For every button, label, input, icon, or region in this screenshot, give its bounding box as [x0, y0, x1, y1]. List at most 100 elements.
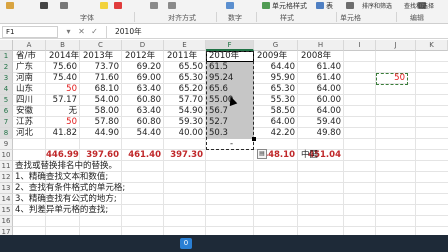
value-cell[interactable]: 59.30: [164, 117, 206, 128]
column-header-cell[interactable]: 2013年: [80, 51, 122, 62]
value-cell[interactable]: 68.10: [80, 84, 122, 95]
total-cell[interactable]: 446.99: [46, 150, 80, 161]
row-header[interactable]: 3: [0, 73, 13, 84]
col-header-e[interactable]: E: [164, 40, 206, 51]
value-cell[interactable]: 95.24: [206, 73, 254, 84]
cell-style-button[interactable]: 单元格样式: [272, 1, 307, 11]
value-cell[interactable]: 65.20: [164, 84, 206, 95]
name-box[interactable]: F1: [2, 26, 58, 38]
value-cell[interactable]: 65.50: [164, 62, 206, 73]
value-cell[interactable]: 63.40: [122, 84, 164, 95]
value-cell[interactable]: 54.40: [122, 128, 164, 139]
row-header[interactable]: 12: [0, 172, 13, 183]
note-line[interactable]: 3、精确查找有公式的地方;: [15, 194, 117, 205]
row-header[interactable]: 9: [0, 139, 13, 150]
row-label-cell[interactable]: 河南: [13, 73, 46, 84]
find-select-button[interactable]: 查找和选择: [404, 1, 434, 10]
column-header-cell[interactable]: 2011年: [164, 51, 206, 62]
app-icon[interactable]: 0: [180, 238, 192, 249]
row-header[interactable]: 7: [0, 117, 13, 128]
value-cell[interactable]: 41.82: [46, 128, 80, 139]
table-button[interactable]: 表: [326, 1, 333, 11]
row-header[interactable]: 8: [0, 128, 13, 139]
value-cell[interactable]: 60.00: [298, 95, 344, 106]
value-cell[interactable]: 64.00: [254, 117, 298, 128]
value-cell[interactable]: 52.7: [206, 117, 254, 128]
value-cell[interactable]: 65.30: [254, 84, 298, 95]
column-header-cell[interactable]: 省/市: [13, 51, 46, 62]
select-all-corner[interactable]: [0, 40, 13, 51]
enter-icon[interactable]: ✓: [88, 26, 101, 38]
row-label-cell[interactable]: 广东: [13, 62, 46, 73]
total-cell[interactable]: 397.60: [80, 150, 122, 161]
formula-input[interactable]: 2010年: [106, 26, 446, 38]
note-line[interactable]: 4、判差异单元格的查找;: [15, 205, 108, 216]
sort-filter-button[interactable]: 排序和筛选: [362, 1, 392, 10]
col-header-d[interactable]: D: [122, 40, 164, 51]
value-cell[interactable]: 42.20: [254, 128, 298, 139]
column-header-cell[interactable]: 2008年: [298, 51, 344, 62]
value-cell[interactable]: 50: [46, 84, 80, 95]
note-line[interactable]: 1、精确查找文本和数值;: [15, 172, 108, 183]
column-header-cell[interactable]: 2014年: [46, 51, 80, 62]
bold-icon[interactable]: [40, 2, 48, 9]
cell-f10[interactable]: -: [206, 139, 254, 150]
row-header[interactable]: 15: [0, 205, 13, 216]
row-header[interactable]: 10: [0, 150, 13, 161]
row-label-cell[interactable]: 江苏: [13, 117, 46, 128]
value-cell[interactable]: 61.40: [298, 73, 344, 84]
value-cell[interactable]: 64.40: [254, 62, 298, 73]
value-cell[interactable]: 61.5: [206, 62, 254, 73]
col-header-a[interactable]: A: [13, 40, 46, 51]
row-header[interactable]: 2: [0, 62, 13, 73]
value-cell[interactable]: 54.00: [80, 95, 122, 106]
value-cell[interactable]: 71.60: [80, 73, 122, 84]
note-line[interactable]: 2、查找有条件格式的单元格;: [15, 183, 125, 194]
column-header-cell[interactable]: 2010年: [206, 51, 254, 62]
value-cell[interactable]: 56.7: [206, 106, 254, 117]
cond-format-icon[interactable]: [262, 2, 270, 9]
wrap-icon[interactable]: [168, 2, 176, 9]
value-cell[interactable]: 65.6: [206, 84, 254, 95]
fill-color-icon[interactable]: [100, 2, 108, 9]
row-header[interactable]: 4: [0, 84, 13, 95]
value-cell[interactable]: 60.80: [122, 117, 164, 128]
number-format-icon[interactable]: [226, 2, 234, 9]
row-header[interactable]: 11: [0, 161, 13, 172]
value-cell[interactable]: 55.30: [254, 95, 298, 106]
row-header[interactable]: 14: [0, 194, 13, 205]
value-cell[interactable]: 54.90: [164, 106, 206, 117]
value-cell[interactable]: 58.00: [80, 106, 122, 117]
col-header-h[interactable]: H: [298, 40, 344, 51]
col-header-i[interactable]: I: [344, 40, 376, 51]
row-label-cell[interactable]: 山东: [13, 84, 46, 95]
align-icon[interactable]: [150, 2, 158, 9]
row-header[interactable]: 1: [0, 51, 13, 62]
cancel-icon[interactable]: ✕: [75, 26, 88, 38]
col-header-b[interactable]: B: [46, 40, 80, 51]
value-cell[interactable]: 65.30: [164, 73, 206, 84]
total-cell[interactable]: 461.40: [122, 150, 164, 161]
col-header-g[interactable]: G: [254, 40, 298, 51]
value-cell[interactable]: 63.40: [122, 106, 164, 117]
cell-h12[interactable]: 中国: [298, 150, 344, 161]
row-header[interactable]: 6: [0, 106, 13, 117]
col-header-f[interactable]: F: [206, 40, 254, 51]
value-cell[interactable]: 60.80: [122, 95, 164, 106]
value-cell[interactable]: 57.80: [80, 117, 122, 128]
value-cell[interactable]: 75.40: [46, 73, 80, 84]
value-cell[interactable]: 69.20: [122, 62, 164, 73]
paste-options-icon[interactable]: ▤: [257, 149, 267, 159]
value-cell[interactable]: 50: [46, 117, 80, 128]
row-header[interactable]: 16: [0, 216, 13, 227]
col-header-c[interactable]: C: [80, 40, 122, 51]
value-cell[interactable]: 无: [46, 106, 80, 117]
row-header[interactable]: 13: [0, 183, 13, 194]
value-cell[interactable]: 75.60: [46, 62, 80, 73]
row-label-cell[interactable]: 河北: [13, 128, 46, 139]
value-cell[interactable]: 40.00: [164, 128, 206, 139]
row-label-cell[interactable]: 安徽: [13, 106, 46, 117]
row-header[interactable]: 5: [0, 95, 13, 106]
value-cell[interactable]: 44.90: [80, 128, 122, 139]
row-label-cell[interactable]: 四川: [13, 95, 46, 106]
